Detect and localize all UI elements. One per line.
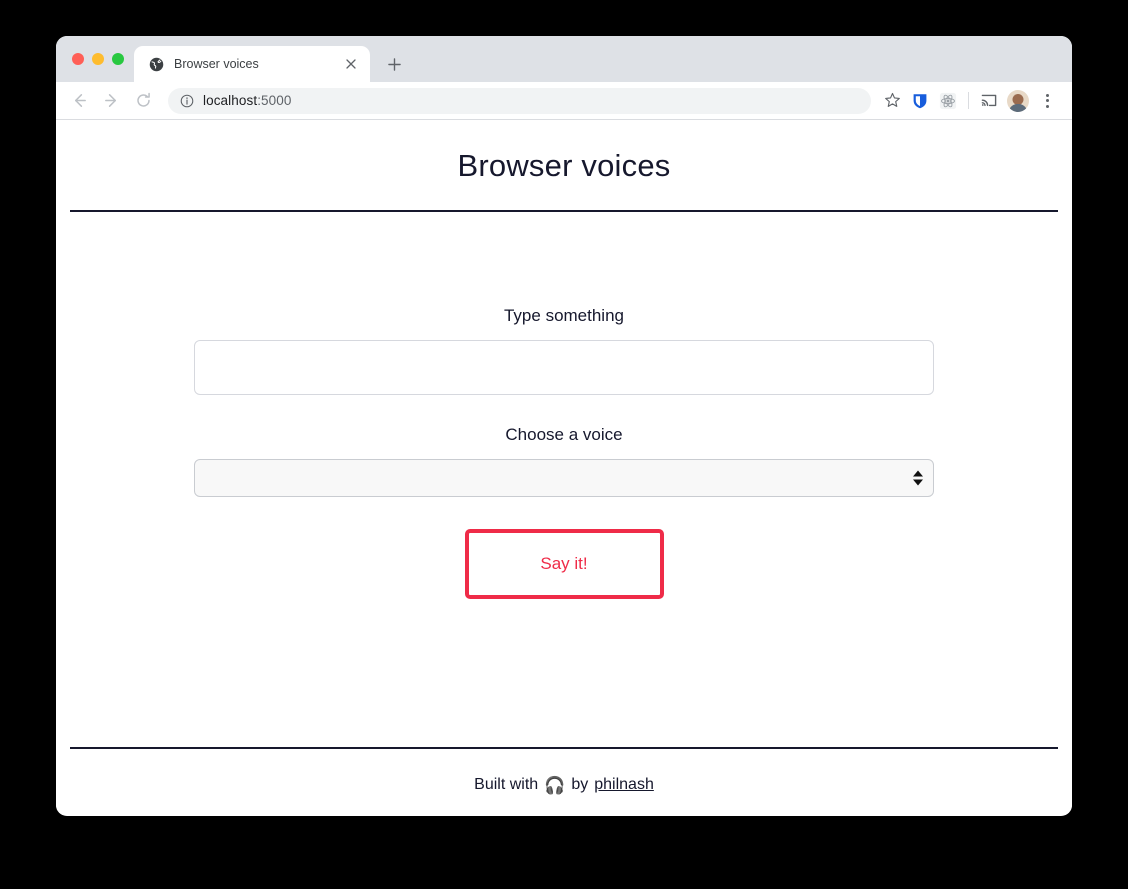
page-footer: Built with 🎧 by philnash <box>70 747 1058 815</box>
avatar-body <box>1008 103 1028 112</box>
footer-author-link[interactable]: philnash <box>594 776 654 794</box>
header-divider <box>70 210 1058 212</box>
browser-tab-strip: Browser voices <box>56 36 1072 82</box>
voice-select[interactable] <box>194 459 934 497</box>
headphones-icon: 🎧 <box>544 775 566 795</box>
voice-select-label: Choose a voice <box>505 425 623 444</box>
globe-icon <box>148 56 164 72</box>
profile-avatar[interactable] <box>1007 89 1029 112</box>
forward-button[interactable] <box>96 86 126 116</box>
chevron-up-icon <box>913 470 923 477</box>
screenshot-root: Browser voices localhost:5000 Browser vo… <box>0 0 1128 889</box>
footer-credit: Built with 🎧 by philnash <box>70 749 1058 794</box>
window-traffic-lights <box>66 36 134 82</box>
reload-button[interactable] <box>128 86 158 116</box>
chevron-down-icon <box>913 479 923 486</box>
window-maximize-button[interactable] <box>112 53 124 65</box>
bitwarden-shield-icon[interactable] <box>907 88 933 114</box>
chevron-updown-icon[interactable] <box>913 470 923 486</box>
back-button[interactable] <box>64 86 94 116</box>
page-title: Browser voices <box>457 148 671 183</box>
close-icon[interactable] <box>342 55 360 73</box>
toolbar-divider <box>968 92 969 109</box>
browser-window: Browser voices localhost:5000 Browser vo… <box>56 36 1072 816</box>
url-host: localhost <box>203 93 258 108</box>
say-it-button[interactable]: Say it! <box>464 529 664 599</box>
window-close-button[interactable] <box>72 53 84 65</box>
page-viewport: Browser voices Type something Choose a v… <box>56 120 1072 815</box>
footer-built-with-text: Built with <box>474 776 539 793</box>
browser-tab-title: Browser voices <box>174 57 259 71</box>
text-input[interactable] <box>194 340 934 395</box>
window-minimize-button[interactable] <box>92 53 104 65</box>
address-bar[interactable]: localhost:5000 <box>168 87 871 114</box>
info-circle-icon[interactable] <box>180 94 194 108</box>
text-input-label: Type something <box>503 306 624 325</box>
browser-tab-browser-voices[interactable]: Browser voices <box>134 46 370 82</box>
cast-icon[interactable] <box>976 88 1002 114</box>
page-content: Browser voices Type something Choose a v… <box>56 120 1072 815</box>
new-tab-button[interactable] <box>380 50 408 78</box>
browser-toolbar: localhost:5000 <box>56 82 1072 120</box>
voice-select-wrapper[interactable] <box>194 459 934 497</box>
address-bar-url: localhost:5000 <box>203 93 291 108</box>
react-devtools-icon[interactable] <box>935 88 961 114</box>
bookmark-star-icon[interactable] <box>879 88 905 114</box>
footer-by-text: by <box>571 776 589 793</box>
url-port: :5000 <box>257 93 292 108</box>
chrome-menu-icon[interactable] <box>1034 88 1060 114</box>
voice-form: Type something Choose a voice Say it! <box>70 306 1058 599</box>
